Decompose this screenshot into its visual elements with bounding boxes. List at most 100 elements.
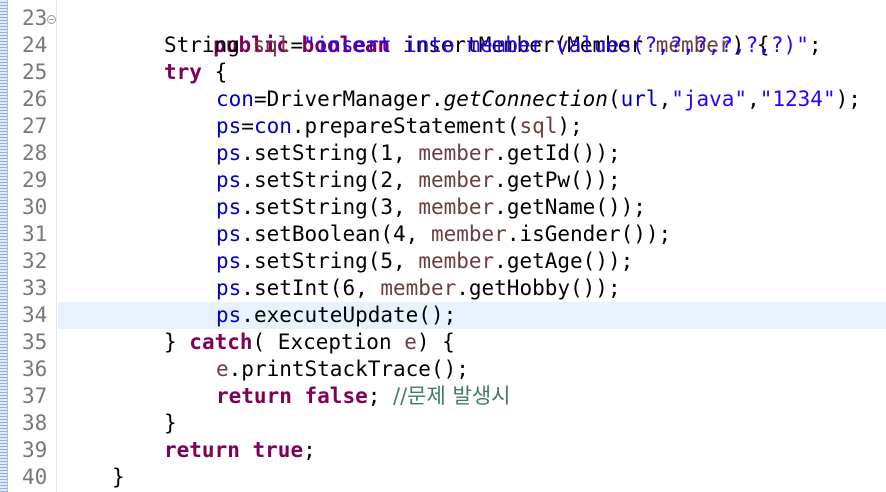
code-token: sql [252, 33, 291, 57]
code-token: return [216, 384, 292, 408]
code-line[interactable]: 32 ps.setString(5, member.getAge()); [0, 248, 886, 275]
code-token: .setBoolean(4, [241, 222, 431, 246]
code-line-content[interactable]: public boolean insertMember(Member membe… [58, 5, 886, 57]
code-line[interactable]: 40 } [0, 464, 886, 491]
code-line[interactable]: 27 ps=con.prepareStatement(sql); [0, 113, 886, 140]
code-token: ps [216, 276, 242, 300]
line-number: 34 [22, 303, 48, 327]
line-number: 33 [22, 276, 48, 300]
code-line[interactable]: 35 } catch( Exception e) { [0, 329, 886, 356]
code-line-content[interactable]: String sql="insert into member values(?,… [58, 32, 886, 59]
code-line[interactable]: 39 return true; [0, 437, 886, 464]
code-token: member [430, 222, 507, 246]
code-token: ps [216, 114, 242, 138]
code-line-content[interactable]: ps.setString(3, member.getName()); [58, 194, 886, 221]
code-token: member [418, 168, 495, 192]
code-token: = [290, 33, 304, 57]
code-line[interactable]: 36 e.printStackTrace(); [0, 356, 886, 383]
line-number: 32 [22, 249, 48, 273]
code-token: try [164, 60, 202, 84]
line-number: 30 [22, 195, 48, 219]
line-number: 23 [22, 6, 48, 30]
code-editor[interactable]: 23 − public boolean insertMember(Member … [0, 0, 886, 492]
code-token: , [747, 87, 760, 111]
line-number: 31 [22, 222, 48, 246]
code-comment: //문제 발생시 [393, 384, 511, 408]
code-token: e [216, 357, 229, 381]
code-token: = [241, 114, 254, 138]
code-token: member [380, 276, 457, 300]
code-line[interactable]: 37 return false; //문제 발생시 [0, 383, 886, 410]
code-line-content[interactable]: con=DriverManager.getConnection(url,"jav… [58, 86, 886, 113]
code-line[interactable]: 24 String sql="insert into member values… [0, 32, 886, 59]
code-token: .setString(2, [241, 168, 419, 192]
line-number: 36 [22, 357, 48, 381]
code-line-content[interactable]: } catch( Exception e) { [58, 329, 886, 356]
code-token: url [620, 87, 659, 111]
current-line-highlight[interactable]: ps.executeUpdate(); [58, 302, 886, 329]
line-number: 25 [22, 60, 48, 84]
code-token: member [418, 141, 495, 165]
code-token: ); [835, 87, 861, 111]
code-line-content[interactable]: ps.setInt(6, member.getHobby()); [58, 275, 886, 302]
code-line-content[interactable]: ps.setBoolean(4, member.isGender()); [58, 221, 886, 248]
code-token: .getAge()); [494, 249, 634, 273]
code-line-content[interactable]: try { [58, 59, 886, 86]
code-token: =DriverManager. [253, 87, 444, 111]
code-line[interactable]: 33 ps.setInt(6, member.getHobby()); [0, 275, 886, 302]
line-number: 29 [22, 168, 48, 192]
code-line-content[interactable]: e.printStackTrace(); [58, 356, 886, 383]
code-token: ps [216, 303, 242, 327]
code-line[interactable]: 25 try { [0, 59, 886, 86]
code-line[interactable]: 23 − public boolean insertMember(Member … [0, 5, 886, 57]
code-line[interactable]: 28 ps.setString(1, member.getId()); [0, 140, 886, 167]
code-line-content[interactable]: ps=con.prepareStatement(sql); [58, 113, 886, 140]
code-token: ) { [416, 330, 455, 354]
code-token: false [304, 384, 368, 408]
code-line-content[interactable]: return false; //문제 발생시 [58, 383, 886, 410]
code-token: .setInt(6, [241, 276, 381, 300]
code-token: member [418, 195, 495, 219]
code-token: .printStackTrace(); [228, 357, 469, 381]
code-line[interactable]: 26 con=DriverManager.getConnection(url,"… [0, 86, 886, 113]
code-line-content[interactable]: return true; [58, 437, 886, 464]
code-line[interactable]: 38 } [0, 410, 886, 437]
collapse-icon[interactable]: − [47, 15, 56, 24]
code-token: .getId()); [494, 141, 621, 165]
code-line[interactable]: 30 ps.setString(3, member.getName()); [0, 194, 886, 221]
code-token: "java" [671, 87, 748, 111]
line-number: 28 [22, 141, 48, 165]
code-token: con [253, 114, 292, 138]
code-token: getConnection [443, 87, 608, 111]
line-number: 27 [22, 114, 48, 138]
code-token: ; [303, 438, 316, 462]
code-token: } [164, 411, 177, 435]
line-number: 37 [22, 384, 48, 408]
code-token: ps [216, 141, 242, 165]
code-line[interactable]: 31 ps.setBoolean(4, member.isGender()); [0, 221, 886, 248]
code-token: catch [189, 330, 253, 354]
line-number: 35 [22, 330, 48, 354]
code-token: ( [607, 87, 621, 111]
code-token: sql [519, 114, 558, 138]
line-number: 24 [22, 33, 48, 57]
code-line-content[interactable]: ps.setString(2, member.getPw()); [58, 167, 886, 194]
code-token: .getPw()); [494, 168, 621, 192]
code-line-content[interactable]: ps.setString(5, member.getAge()); [58, 248, 886, 275]
code-token: ); [557, 114, 583, 138]
code-line-content[interactable]: } [58, 410, 886, 437]
code-token: "insert into member values(?,?,?,?,?,?)" [303, 33, 809, 57]
line-number: 26 [22, 87, 48, 111]
code-line-content[interactable]: ps.setString(1, member.getId()); [58, 140, 886, 167]
code-token: String [164, 33, 253, 57]
code-line-content[interactable]: } [58, 464, 886, 491]
code-token: .isGender()); [506, 222, 672, 246]
code-token: e [404, 330, 417, 354]
code-token: ps [216, 249, 242, 273]
code-line-current[interactable]: 34 ps.executeUpdate(); [0, 302, 886, 329]
code-line[interactable]: 29 ps.setString(2, member.getPw()); [0, 167, 886, 194]
code-token: ( Exception [252, 330, 405, 354]
code-token: return [164, 438, 240, 462]
